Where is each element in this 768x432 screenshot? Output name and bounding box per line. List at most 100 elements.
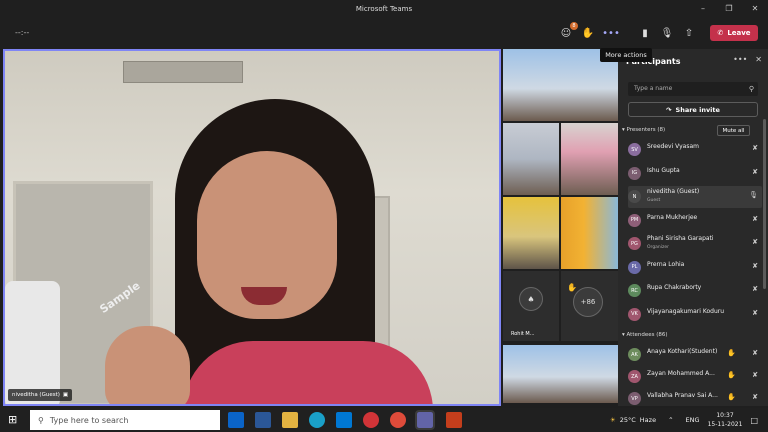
avatar: VP (628, 392, 641, 405)
video-tile[interactable] (561, 123, 618, 195)
speaker-name-tag: niveditha (Guest) ▣ (8, 389, 73, 401)
avatar-tile[interactable]: ♠ Rohit M... (503, 271, 559, 341)
participant-row[interactable]: RC Rupa Chakraborty ✘ (628, 280, 762, 302)
participant-row[interactable]: PM Parna Mukherjee ✘ (628, 210, 762, 232)
participants-panel: Participants ••• ✕ Type a name ⚲ ↷ Share… (618, 49, 768, 406)
classroom-feed (503, 197, 559, 269)
more-actions-icon[interactable]: ••• (602, 25, 620, 41)
mic-off-icon: ✘ (752, 238, 758, 246)
meeting-timer: --:-- (15, 28, 30, 37)
leave-button[interactable]: ✆ Leave (710, 25, 758, 41)
avatar: IG (628, 166, 641, 180)
leave-label: Leave (727, 29, 751, 37)
participant-row[interactable]: PG Phani Sirisha Garapati Organizer ✘ (628, 233, 762, 255)
participant-row[interactable]: AK Anaya Kothari(Student) ✋ ✘ (628, 344, 762, 366)
notifications-icon[interactable]: □ (750, 416, 758, 425)
participant-row[interactable]: IG Ishu Gupta ✘ (628, 163, 762, 185)
weather-label: Haze (639, 416, 657, 424)
participant-row[interactable]: Nniveditha (Guest) Guest 🎙 (628, 186, 762, 208)
mic-off-icon: ✘ (752, 308, 758, 317)
participants-icon[interactable]: ☺ 8 (558, 22, 578, 41)
store-app-icon[interactable] (336, 412, 352, 428)
clock[interactable]: 10:37 15-11-2021 (708, 411, 743, 429)
avatar: VK (628, 307, 641, 321)
mail-app-icon[interactable] (228, 412, 244, 428)
participant-row[interactable]: ZA Zayan Mohammed A... ✋ ✘ (628, 366, 762, 388)
participant-role: Guest (647, 198, 661, 203)
participant-row[interactable]: VK Vijayanagakumari Koduru ✘ (628, 304, 762, 326)
mic-off-icon[interactable]: 🎙 (659, 25, 675, 41)
weather-icon: ☀ (609, 416, 616, 424)
participant-name: Vallabha Pranav Sai A... (647, 392, 718, 399)
raised-hand-icon: ✋ (727, 349, 736, 357)
avatar: N (628, 190, 641, 203)
video-tile[interactable] (503, 345, 618, 403)
avatar: ♠ (519, 287, 543, 311)
word-app-icon[interactable] (255, 412, 271, 428)
attendees-header[interactable]: ▾ Attendees (86) (622, 332, 668, 338)
raised-hand-icon: ✋ (567, 283, 577, 292)
raise-hand-icon[interactable]: ✋ (580, 25, 596, 41)
participant-search-input[interactable]: Type a name ⚲ (628, 82, 758, 96)
overflow-tile[interactable]: +86 ✋ (561, 271, 618, 341)
video-vent (123, 61, 243, 83)
edge-browser-icon[interactable] (309, 412, 325, 428)
video-tile[interactable] (503, 197, 559, 269)
share-invite-button[interactable]: ↷ Share invite (628, 102, 758, 117)
share-icon: ↷ (666, 105, 672, 114)
avatar-tile-label: Rohit M... (511, 331, 535, 337)
panel-more-icon[interactable]: ••• (733, 55, 747, 64)
classroom-feed (561, 123, 618, 195)
classroom-feed (503, 123, 559, 195)
avatar: AK (628, 348, 641, 361)
participant-name: Anaya Kothari(Student) (647, 348, 718, 355)
search-icon: ⚲ (38, 415, 44, 425)
participant-name: Prerna Lohia (647, 260, 685, 268)
search-icon: ⚲ (748, 85, 754, 93)
mic-off-icon: ✘ (752, 261, 758, 270)
close-window-icon[interactable]: ✕ (742, 0, 768, 18)
video-tile[interactable] (503, 123, 559, 195)
participant-row[interactable]: SV Sreedevi Vyasam ✘ (628, 139, 762, 161)
mic-off-icon: ✘ (752, 371, 758, 379)
participant-role: Organizer (647, 245, 670, 250)
maximize-icon[interactable]: ❐ (716, 0, 742, 18)
participant-row[interactable]: VP Vallabha Pranav Sai A... ✋ ✘ (628, 388, 762, 410)
camera-icon[interactable]: ▮ (637, 25, 653, 41)
video-person-dress (183, 341, 433, 404)
mic-off-icon: ✘ (752, 349, 758, 357)
participant-row[interactable]: PL Prerna Lohia ✘ (628, 257, 762, 279)
tray-chevron-icon[interactable]: ⌃ (668, 416, 673, 424)
phone-icon: ✆ (717, 29, 724, 37)
share-screen-icon[interactable]: ⇧ (681, 25, 697, 41)
overflow-count: +86 (573, 287, 603, 317)
presenters-header[interactable]: ▾ Presenters (8) (622, 127, 665, 133)
panel-close-icon[interactable]: ✕ (755, 55, 762, 64)
windows-start-icon[interactable]: ⊞ (8, 413, 17, 426)
search-placeholder: Type a name (634, 85, 673, 92)
participant-name: Sreedevi Vyasam (647, 143, 699, 150)
minimize-icon[interactable]: – (690, 0, 716, 18)
attendees-header-label: Attendees (86) (626, 332, 668, 338)
participant-name: Phani Sirisha Garapati (647, 235, 714, 242)
mute-all-button[interactable]: Mute all (717, 125, 750, 136)
main-video-feed[interactable]: Sample niveditha (Guest) ▣ (3, 49, 501, 406)
teams-app-icon[interactable] (415, 410, 435, 430)
chrome-browser-icon[interactable] (390, 412, 406, 428)
file-explorer-icon[interactable] (282, 412, 298, 428)
share-invite-label: Share invite (675, 105, 720, 114)
powerpoint-app-icon[interactable] (446, 412, 462, 428)
app-icon[interactable] (363, 412, 379, 428)
panel-scrollbar[interactable] (763, 119, 766, 289)
taskbar-search-input[interactable]: ⚲ Type here to search (30, 410, 220, 430)
participant-name: niveditha (Guest) (647, 188, 700, 195)
window-controls: – ❐ ✕ (690, 0, 768, 18)
avatar: PL (628, 260, 641, 274)
pin-icon: ▣ (62, 392, 69, 398)
language-indicator[interactable]: ENG (686, 416, 700, 424)
video-tile[interactable] (561, 197, 618, 269)
participant-name: Parna Mukherjee (647, 213, 698, 221)
avatar: ZA (628, 370, 641, 383)
avatar: SV (628, 143, 641, 156)
participant-name: Ishu Gupta (647, 166, 680, 174)
